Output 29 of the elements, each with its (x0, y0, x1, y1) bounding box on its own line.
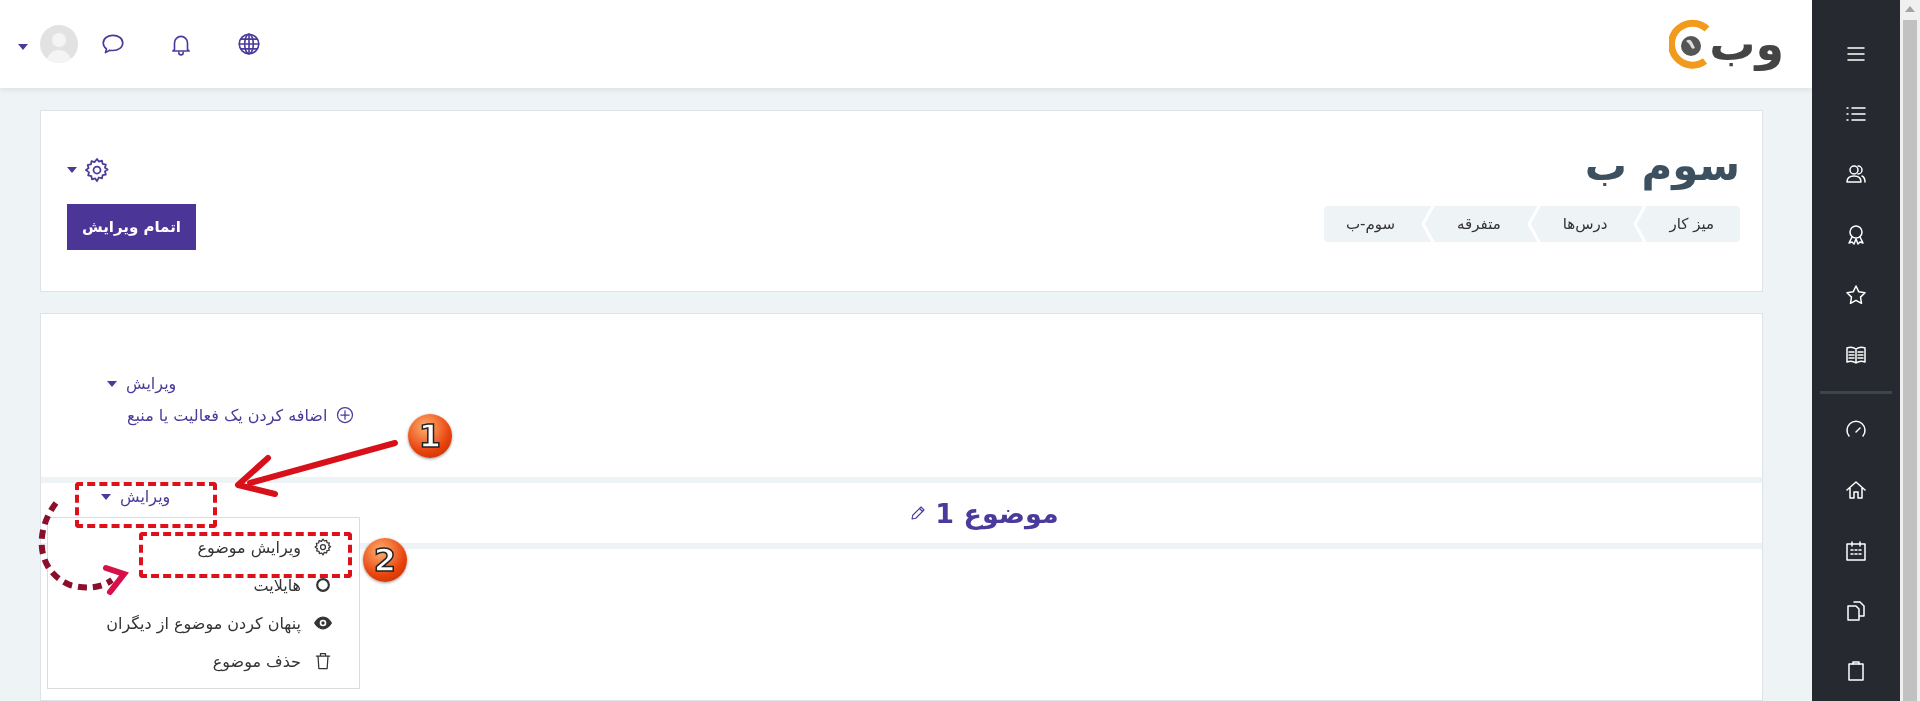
scrollbar-thumb[interactable] (1903, 20, 1917, 701)
caret-icon (101, 493, 111, 500)
gear-icon (313, 537, 333, 557)
finish-editing-button[interactable]: اتمام ویرایش (67, 204, 196, 250)
breadcrumb-item[interactable]: متفرقه (1435, 206, 1527, 242)
settings-icon[interactable] (83, 156, 111, 184)
menu-item[interactable]: هایلایت (48, 566, 359, 604)
globe-icon[interactable] (236, 31, 262, 57)
page-title: سوم ب (1584, 141, 1740, 190)
caret-icon (18, 43, 28, 50)
menu-item[interactable]: ویرایش موضوع (48, 528, 359, 566)
add-activity-link[interactable]: اضافه کردن یک فعالیت یا منبع (107, 405, 356, 425)
documents-icon[interactable] (1844, 598, 1868, 623)
breadcrumb-item[interactable]: درس‌ها (1540, 206, 1634, 242)
section-title: موضوع 1 (935, 497, 1059, 529)
ring-icon (313, 575, 333, 595)
caret-icon (67, 167, 77, 173)
breadcrumb-item[interactable]: میز کار (1647, 206, 1740, 242)
plus-icon (335, 405, 356, 425)
edit-dropdown[interactable]: ویرایش (101, 487, 171, 506)
calendar-icon[interactable] (1844, 538, 1868, 563)
caret-icon (107, 380, 117, 387)
trash-icon (313, 651, 333, 671)
menu-item[interactable]: حذف موضوع (48, 642, 359, 680)
breadcrumb-item[interactable]: سوم-ب (1323, 206, 1422, 242)
star-icon[interactable] (1844, 282, 1868, 307)
edit-dropdown[interactable]: ویرایش (107, 374, 177, 393)
menu-item[interactable]: پنهان کردن موضوع از دیگران (48, 604, 359, 642)
site-logo[interactable]: وب (1669, 19, 1784, 69)
